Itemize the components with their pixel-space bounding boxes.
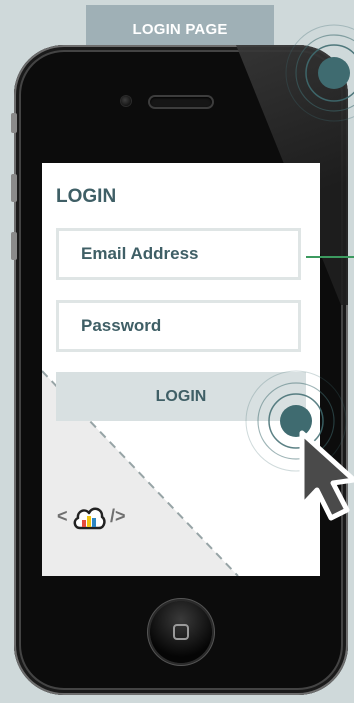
logo-right-code: />	[110, 506, 126, 526]
cloud-bar-chart-icon	[73, 507, 106, 530]
email-field[interactable]: Email Address	[56, 228, 301, 280]
home-button[interactable]	[150, 601, 212, 663]
home-square-icon	[173, 624, 189, 640]
earpiece-speaker	[150, 97, 212, 107]
login-title: LOGIN	[56, 186, 117, 207]
mute-switch[interactable]	[11, 113, 17, 133]
password-field-placeholder: Password	[81, 316, 162, 335]
phone-frame: LOGIN Email Address Password LOGIN < />	[14, 45, 348, 695]
app-logo: < />	[57, 498, 126, 538]
logo-left-code: <	[57, 506, 68, 526]
volume-up-button[interactable]	[11, 174, 17, 202]
login-screen: LOGIN Email Address Password LOGIN < />	[42, 163, 320, 576]
login-button-label: LOGIN	[155, 387, 207, 405]
volume-down-button[interactable]	[11, 232, 17, 260]
page-banner-label: LOGIN PAGE	[132, 21, 228, 38]
front-camera-icon	[121, 96, 131, 106]
email-field-placeholder: Email Address	[81, 244, 199, 263]
login-button[interactable]: LOGIN	[56, 372, 306, 421]
password-field[interactable]: Password	[56, 300, 301, 352]
